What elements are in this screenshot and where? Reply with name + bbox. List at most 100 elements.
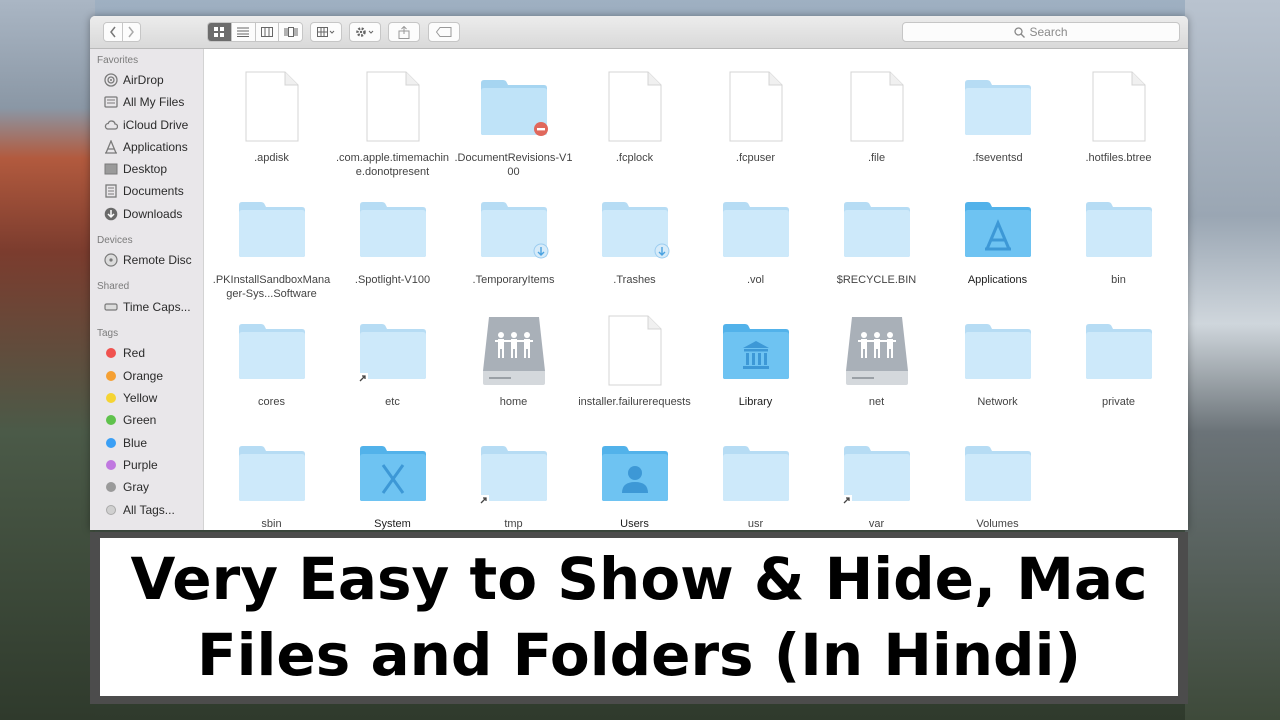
sidebar-tag-blue[interactable]: Blue — [104, 433, 147, 453]
sidebar-item-label: Time Caps... — [123, 300, 191, 314]
downloads-icon — [104, 207, 118, 221]
title-banner-inner: Very Easy to Show & Hide, Mac Files and … — [100, 538, 1178, 696]
folder-icon — [358, 193, 428, 265]
sidebar-item-all-my-files[interactable]: All My Files — [104, 92, 184, 112]
folder-icon — [1084, 315, 1154, 387]
document-icon — [842, 71, 912, 143]
edit-tags-button[interactable] — [428, 22, 460, 42]
document-icon — [600, 315, 670, 387]
sidebar-item-label: iCloud Drive — [123, 118, 189, 132]
sidebar-item-desktop[interactable]: Desktop — [104, 159, 167, 179]
sidebar-tag-gray[interactable]: Gray — [104, 477, 149, 497]
file-name: .fseventsd — [972, 152, 1023, 164]
sidebar-item-time-capsule[interactable]: Time Caps... — [104, 297, 191, 317]
tag-color-dot — [106, 438, 116, 448]
sidebar-item-icloud-drive[interactable]: iCloud Drive — [104, 115, 188, 135]
arrange-button[interactable] — [310, 22, 342, 42]
sidebar-item-label: AirDrop — [123, 73, 164, 87]
sidebar-tag-orange[interactable]: Orange — [104, 366, 163, 386]
icon-grid-icon — [214, 27, 225, 37]
file-name: usr — [747, 518, 764, 530]
action-button[interactable] — [349, 22, 381, 42]
document-icon — [1084, 71, 1154, 143]
arrange-grid-icon — [317, 27, 335, 37]
cover-flow-icon — [284, 27, 298, 37]
sidebar-item-applications[interactable]: Applications — [104, 137, 188, 157]
tag-color-dot — [106, 415, 116, 425]
tag-color-dot — [106, 393, 116, 403]
file-name: .DocumentRevisions-V100 — [454, 152, 573, 178]
sidebar-tag-green[interactable]: Green — [104, 410, 156, 430]
sidebar-tag-all-tags[interactable]: All Tags... — [104, 500, 175, 520]
file-name: bin — [1111, 274, 1126, 286]
sidebar-item-label: Desktop — [123, 162, 168, 176]
time-capsule-icon — [104, 303, 118, 311]
file-name: Network — [977, 396, 1018, 408]
shared-heading: Shared — [97, 281, 130, 292]
file-name: cores — [258, 396, 285, 408]
file-name: .PKInstallSandboxManager-Sys...Software — [212, 274, 331, 300]
file-name: Library — [738, 396, 773, 408]
folder-icon — [479, 71, 549, 143]
sidebar-item-label: Purple — [123, 458, 158, 472]
document-icon — [358, 71, 428, 143]
all-files-icon — [104, 96, 118, 108]
network-drive-icon — [842, 315, 912, 387]
favorites-heading: Favorites — [97, 55, 139, 66]
toolbar: Search — [90, 16, 1188, 49]
file-name: net — [868, 396, 885, 408]
sidebar-item-label: Orange — [123, 369, 164, 383]
search-placeholder: Search — [1029, 25, 1068, 39]
columns-icon — [260, 27, 273, 37]
column-view-button[interactable] — [255, 23, 280, 41]
folder-icon — [237, 437, 307, 509]
file-name: .fcplock — [615, 152, 654, 164]
sidebar: Favorites AirDrop All My Files iCloud Dr… — [90, 49, 204, 530]
file-name: home — [499, 396, 528, 408]
document-icon — [600, 71, 670, 143]
sidebar-item-label: Gray — [123, 480, 150, 494]
share-icon — [398, 25, 410, 39]
folder-icon — [237, 315, 307, 387]
folder-icon — [479, 193, 549, 265]
folder-icon — [721, 315, 791, 387]
share-button[interactable] — [388, 22, 420, 42]
icon-view-button[interactable] — [208, 23, 232, 41]
sidebar-item-downloads[interactable]: Downloads — [104, 204, 182, 224]
file-name: .apdisk — [254, 152, 289, 164]
file-name: Applications — [967, 274, 1028, 286]
cover-flow-button[interactable] — [279, 23, 302, 41]
list-view-button[interactable] — [231, 23, 256, 41]
sidebar-item-remote-disc[interactable]: Remote Disc — [104, 250, 192, 270]
tag-color-dot — [106, 482, 116, 492]
desktop-wallpaper-right — [1185, 0, 1280, 720]
folder-icon — [237, 193, 307, 265]
folder-icon — [721, 437, 791, 509]
search-field[interactable]: Search — [902, 22, 1180, 42]
document-icon — [237, 71, 307, 143]
folder-icon — [842, 437, 912, 509]
sidebar-tag-yellow[interactable]: Yellow — [104, 388, 157, 408]
tag-color-dot — [106, 460, 116, 470]
file-name: var — [868, 518, 885, 530]
sidebar-item-airdrop[interactable]: AirDrop — [104, 70, 164, 90]
folder-icon — [358, 437, 428, 509]
sidebar-item-label: Yellow — [123, 391, 158, 405]
sidebar-tag-red[interactable]: Red — [104, 343, 145, 363]
list-icon — [237, 27, 250, 37]
back-button[interactable] — [104, 23, 123, 41]
sidebar-item-label: Blue — [123, 436, 148, 450]
file-name: private — [1101, 396, 1136, 408]
forward-button[interactable] — [122, 23, 140, 41]
folder-icon — [842, 193, 912, 265]
file-name: .Spotlight-V100 — [354, 274, 431, 286]
documents-icon — [105, 184, 117, 198]
desktop-icon — [104, 163, 118, 175]
file-name: .TemporaryItems — [472, 274, 555, 286]
chevron-right-icon — [128, 26, 135, 38]
sidebar-item-documents[interactable]: Documents — [104, 181, 184, 201]
airdrop-icon — [104, 73, 118, 87]
folder-icon — [600, 193, 670, 265]
tag-color-dot — [106, 371, 116, 381]
sidebar-tag-purple[interactable]: Purple — [104, 455, 158, 475]
